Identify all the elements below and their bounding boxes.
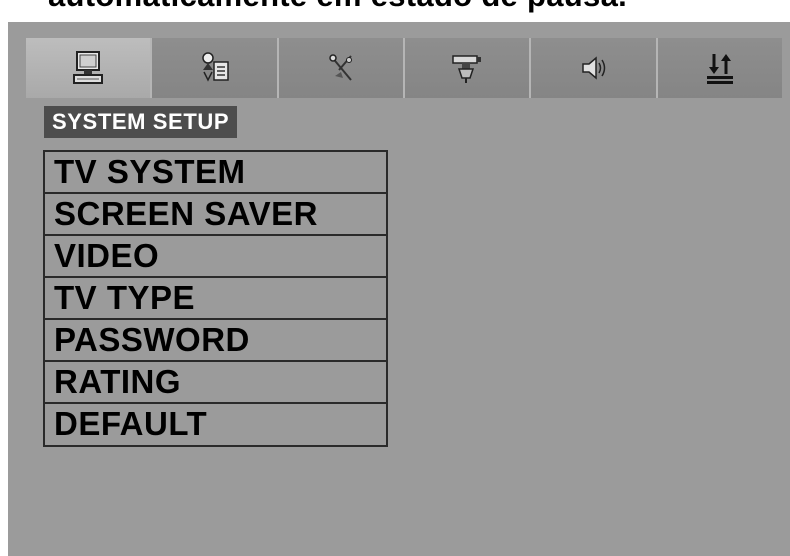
monitor-icon — [68, 48, 108, 88]
section-title: SYSTEM SETUP — [44, 106, 238, 138]
up-down-arrows-icon — [700, 48, 740, 88]
tab-language-setup[interactable] — [152, 38, 279, 98]
menu-item-default[interactable]: DEFAULT — [45, 404, 386, 445]
tab-digital-setup[interactable] — [657, 38, 782, 98]
menu-item-tv-type[interactable]: TV TYPE — [45, 278, 386, 320]
tab-video-setup[interactable] — [278, 38, 405, 98]
tab-bar — [26, 38, 782, 98]
language-icon — [194, 48, 234, 88]
setup-menu: TV SYSTEM SCREEN SAVER VIDEO TV TYPE PAS… — [43, 150, 388, 447]
menu-item-tv-system[interactable]: TV SYSTEM — [45, 152, 386, 194]
tab-speaker-setup[interactable] — [404, 38, 532, 98]
setup-screen: SYSTEM SETUP TV SYSTEM SCREEN SAVER VIDE… — [8, 22, 790, 556]
speaker-setup-icon — [447, 48, 487, 88]
audio-icon — [573, 48, 613, 88]
tab-system-setup[interactable] — [26, 38, 153, 98]
menu-item-video[interactable]: VIDEO — [45, 236, 386, 278]
document-caption: automaticamente em estado de pausa. — [48, 0, 627, 14]
menu-item-password[interactable]: PASSWORD — [45, 320, 386, 362]
page: automaticamente em estado de pausa. — [0, 0, 790, 556]
tab-audio-setup[interactable] — [531, 38, 658, 98]
menu-item-rating[interactable]: RATING — [45, 362, 386, 404]
video-settings-icon — [321, 48, 361, 88]
menu-item-screen-saver[interactable]: SCREEN SAVER — [45, 194, 386, 236]
